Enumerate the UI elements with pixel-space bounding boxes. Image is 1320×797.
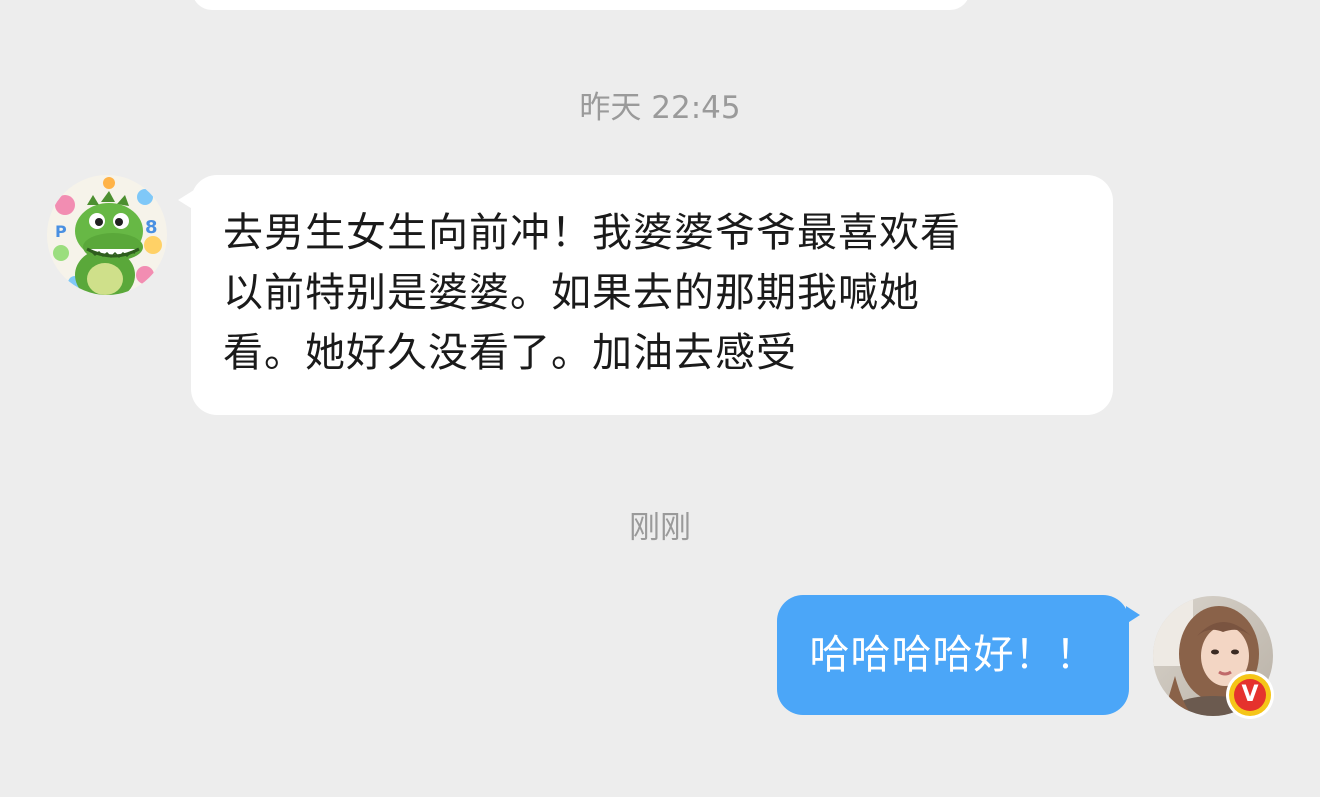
timestamp-yesterday: 昨天 22:45 [579, 90, 741, 126]
incoming-message-bubble[interactable]: 去男生女生向前冲！我婆婆爷爷最喜欢看 以前特别是婆婆。如果去的那期我喊她 看。她… [191, 175, 1113, 415]
message-line: 去男生女生向前冲！我婆婆爷爷最喜欢看 [223, 210, 961, 256]
timestamp-just-now: 刚刚 [629, 510, 691, 546]
message-text: 哈哈哈哈好！！ [809, 632, 1097, 678]
message-line: 以前特别是婆婆。如果去的那期我喊她 [223, 270, 920, 316]
outgoing-bubble-tail [1126, 606, 1140, 624]
dinosaur-avatar-icon: 8 P [47, 175, 167, 295]
contact-avatar[interactable]: 8 P [47, 175, 167, 295]
svg-text:8: 8 [145, 217, 158, 238]
previous-message-bubble[interactable] [192, 0, 970, 10]
svg-text:P: P [55, 222, 67, 241]
outgoing-message-bubble[interactable]: 哈哈哈哈好！！ [777, 595, 1129, 715]
vip-badge-letter: V [1234, 679, 1266, 711]
vip-badge-icon: V [1229, 674, 1271, 716]
message-line: 看。她好久没看了。加油去感受 [223, 330, 797, 376]
